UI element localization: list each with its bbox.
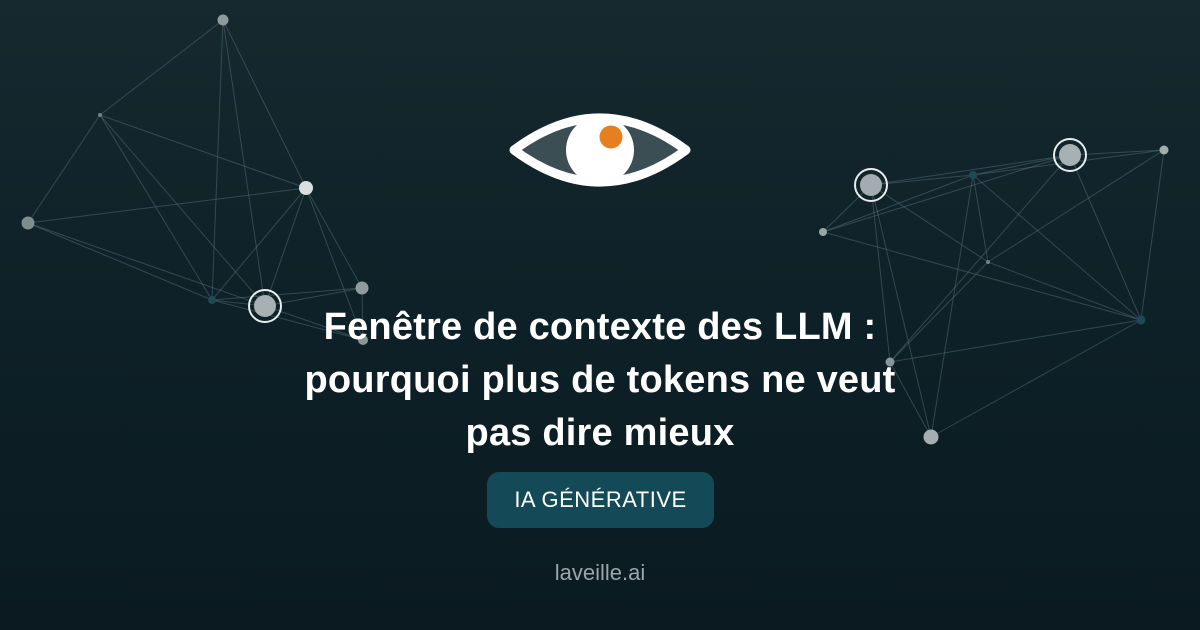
eye-icon — [509, 113, 691, 187]
eye-dot — [599, 125, 623, 149]
category-badge: IA GÉNÉRATIVE — [487, 472, 714, 528]
network-nodes-left — [21, 14, 369, 345]
site-name: laveille.ai — [554, 560, 646, 585]
share-card: Fenêtre de contexte des LLM : pourquoi p… — [0, 0, 1200, 630]
article-title: Fenêtre de contexte des LLM : pourquoi p… — [304, 306, 896, 454]
eye-pupil — [566, 116, 634, 184]
